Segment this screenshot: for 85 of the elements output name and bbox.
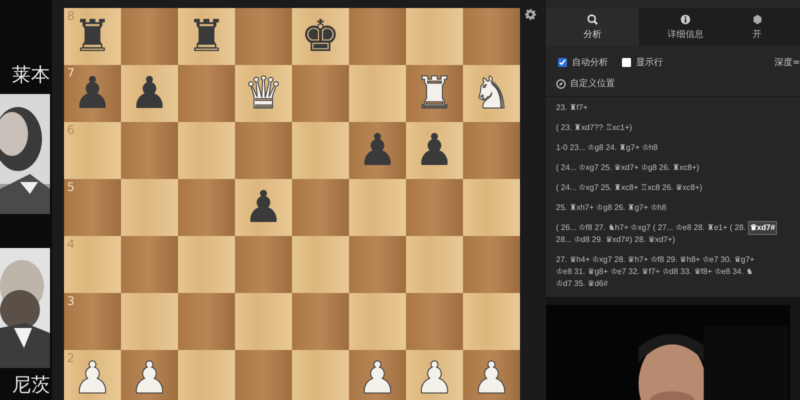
chess-piece[interactable]: ♟ — [130, 68, 170, 118]
chess-piece[interactable]: ♟ — [72, 68, 112, 118]
move-text[interactable]: ♛xd7# — [748, 222, 776, 234]
board-square[interactable] — [292, 293, 349, 350]
board-square[interactable] — [178, 236, 235, 293]
board-square[interactable] — [349, 293, 406, 350]
info-icon — [680, 14, 691, 24]
move-text[interactable]: 27. ♛h4+ ♔xg7 28. ♛h7+ ♔f8 29. ♛h8+ ♔e7 30. ♛g7+ — [556, 254, 754, 266]
board-square[interactable] — [235, 293, 292, 350]
board-square[interactable] — [292, 236, 349, 293]
board-square[interactable] — [178, 350, 235, 400]
cube-icon — [752, 14, 762, 24]
board-square[interactable] — [121, 293, 178, 350]
board-square[interactable] — [121, 8, 178, 65]
rank-label: 5 — [67, 180, 75, 194]
compass-icon — [556, 78, 566, 88]
chess-piece[interactable]: ♜ — [186, 12, 226, 62]
move-text[interactable]: 1-0 23... ♔g8 24. ♜g7+ ♔h8 — [556, 142, 658, 154]
chess-piece[interactable]: ♟ — [414, 126, 454, 176]
move-text[interactable]: 25. ♜xh7+ ♔g8 26. ♜g7+ ♔h8 — [556, 202, 666, 214]
rank-label: 2 — [67, 351, 75, 365]
move-text[interactable]: ( 23. ♜xd7?? ♖xc1+) — [556, 122, 632, 134]
board-square[interactable]: ♟ — [349, 122, 406, 179]
board-square[interactable] — [349, 8, 406, 65]
board-square[interactable] — [406, 179, 463, 236]
custom-position-link[interactable]: 自定义位置 — [570, 77, 615, 90]
option-label: 显示行 — [636, 56, 663, 69]
move-text[interactable]: 23. ♜f7+ — [556, 102, 588, 114]
chess-piece[interactable]: ♜ — [72, 12, 112, 62]
board-square[interactable] — [178, 65, 235, 122]
board-square[interactable] — [121, 122, 178, 179]
board-square[interactable] — [463, 236, 520, 293]
rank-label: 7 — [67, 66, 75, 80]
board-square[interactable] — [178, 122, 235, 179]
board-square[interactable] — [178, 293, 235, 350]
board-square[interactable] — [463, 293, 520, 350]
board-square[interactable] — [235, 236, 292, 293]
move-text[interactable]: ( 24... ♔xg7 25. ♛xd7+ ♔g8 26. ♜xc8+) — [556, 162, 700, 174]
board-square[interactable] — [235, 350, 292, 400]
board-square[interactable] — [235, 8, 292, 65]
board-square[interactable] — [463, 122, 520, 179]
move-text[interactable]: ( 24... ♔xg7 25. ♜xc8+ ♖xc8 26. ♛xc8+) — [556, 182, 702, 194]
move-text[interactable]: ♔d7 35. ♛d6# — [556, 278, 608, 290]
checkbox[interactable] — [558, 58, 567, 67]
board-square[interactable] — [121, 236, 178, 293]
tab[interactable]: 详细信息 — [639, 8, 732, 46]
rank-label: 3 — [67, 294, 75, 308]
player-name: 尼茨 — [12, 373, 51, 398]
checkbox[interactable] — [622, 58, 631, 67]
board-square[interactable] — [406, 8, 463, 65]
rank-label: 8 — [67, 9, 75, 23]
board-square[interactable] — [349, 65, 406, 122]
board-square[interactable] — [292, 65, 349, 122]
board-square[interactable]: ♚ — [292, 8, 349, 65]
board-square[interactable] — [292, 122, 349, 179]
board-square[interactable] — [292, 179, 349, 236]
board-square[interactable] — [121, 179, 178, 236]
chess-piece[interactable]: ♟ — [358, 126, 398, 176]
depth-label: 深度= — [774, 56, 800, 69]
rank-label: 6 — [67, 123, 75, 137]
rank-label: 4 — [67, 237, 75, 251]
chess-piece[interactable]: ♟ — [244, 182, 284, 232]
move-text[interactable]: ♔e8 31. ♛g8+ ♔e7 32. ♛f7+ ♔d8 33. ♛f8+ ♔e8 34. ♞ — [556, 266, 753, 278]
board-square[interactable] — [292, 350, 349, 400]
move-text[interactable]: 28... ♔d8 29. ♛xd7#) 28. ♛xd7+) — [556, 234, 676, 246]
board-square[interactable] — [406, 236, 463, 293]
board-square[interactable] — [349, 236, 406, 293]
tab[interactable]: 开 — [732, 8, 782, 46]
settings-icon[interactable] — [525, 9, 536, 20]
board-square[interactable]: ♟ — [235, 179, 292, 236]
move-text[interactable]: ( 26... ♔f8 27. ♞h7+ ♔xg7 ( 27... ♔e8 28. ♜e1+ ( 28. — [556, 222, 746, 234]
chess-piece[interactable]: ♚ — [300, 12, 340, 62]
board-square[interactable] — [463, 179, 520, 236]
board-square[interactable] — [235, 122, 292, 179]
board-square[interactable]: ♟ — [406, 122, 463, 179]
player-name: 莱本 — [12, 63, 51, 88]
board-square[interactable] — [349, 179, 406, 236]
board-square[interactable] — [178, 179, 235, 236]
board-square[interactable]: ♜ — [178, 8, 235, 65]
tab[interactable]: 分析 — [546, 8, 639, 46]
board-square[interactable]: ♟ — [121, 65, 178, 122]
option-label: 自动分析 — [572, 56, 608, 69]
board-square[interactable] — [463, 8, 520, 65]
search-icon — [587, 14, 598, 24]
board-square[interactable] — [406, 293, 463, 350]
